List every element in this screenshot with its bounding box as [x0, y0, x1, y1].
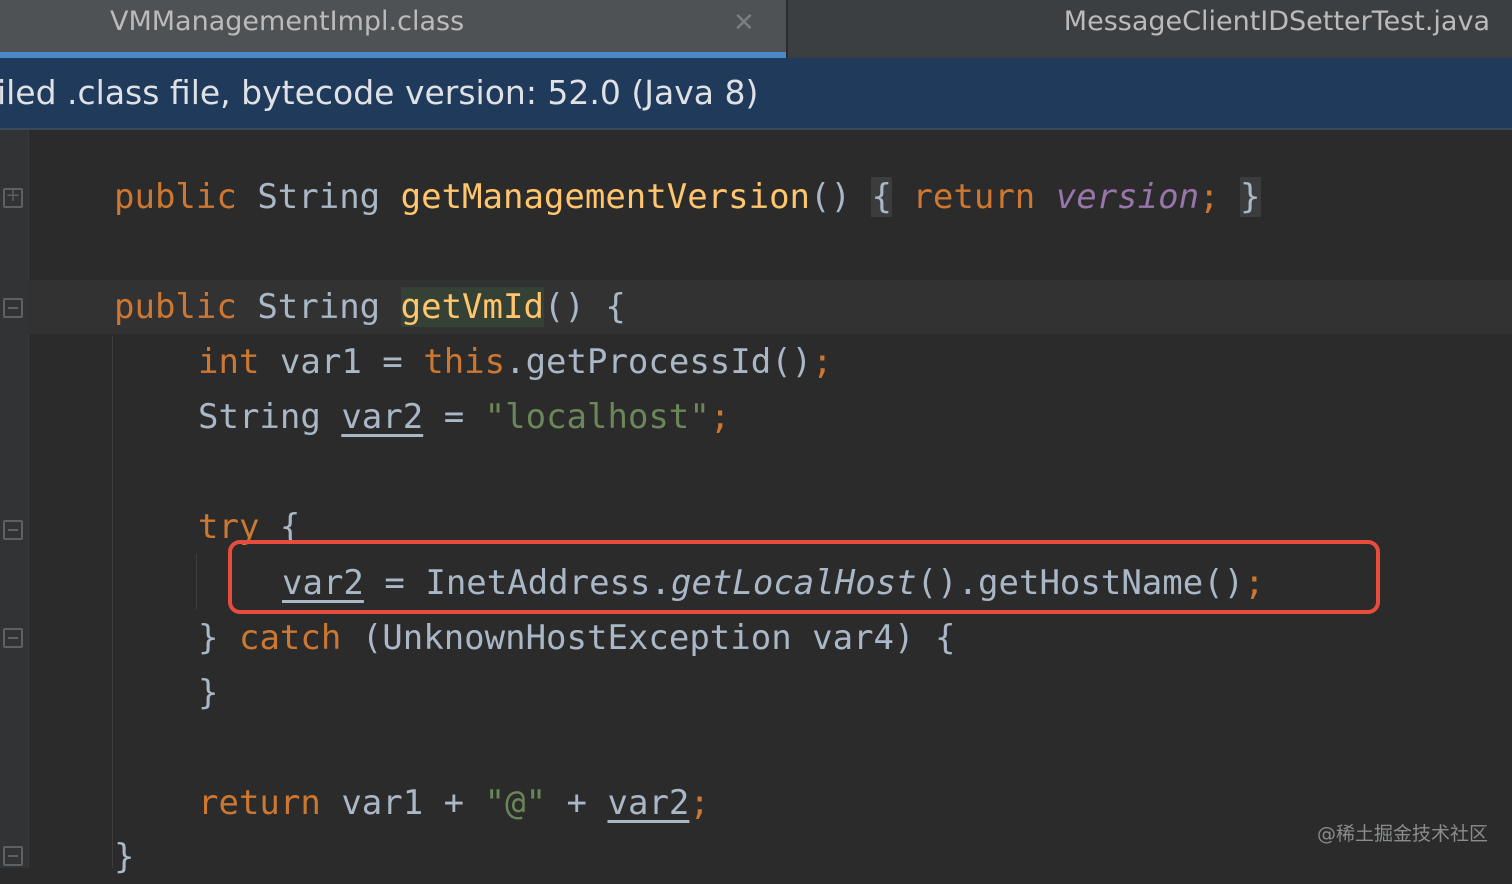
code-line-8: } — [198, 666, 218, 720]
banner-text: piled .class file, bytecode version: 52.… — [0, 73, 759, 112]
tab-label: VMManagementImpl.class — [110, 6, 465, 37]
code-line-3: int var1 = this.getProcessId(); — [198, 335, 833, 389]
code-text: var1 = — [279, 342, 403, 382]
keyword: this — [423, 342, 506, 382]
keyword: catch — [238, 618, 342, 658]
watermark: @稀土掘金技术社区 — [1316, 823, 1488, 845]
fold-collapse-icon[interactable] — [3, 520, 23, 540]
fold-collapse-icon[interactable] — [3, 628, 23, 648]
variable: var2 — [341, 397, 424, 437]
semicolon: ; — [1199, 177, 1220, 217]
keyword: int — [198, 342, 260, 382]
code-text: (UnknownHostException var4) { — [361, 618, 956, 658]
code-editor[interactable]: public String getManagementVersion() { r… — [0, 130, 1512, 877]
keyword: return — [198, 783, 321, 823]
code-line-10: } — [114, 830, 134, 884]
tab-vmmanagementimpl[interactable]: VMManagementImpl.class ✕ — [0, 0, 786, 58]
string-literal: "localhost" — [484, 397, 710, 437]
folded-brace-open[interactable]: { — [871, 177, 892, 217]
code-text: () { — [543, 287, 626, 327]
code-line-4: String var2 = "localhost"; — [198, 390, 730, 444]
code-line-7: } catch (UnknownHostException var4) { — [198, 611, 955, 665]
type: String — [198, 397, 321, 437]
field: version — [1055, 177, 1200, 217]
folded-brace-close[interactable]: } — [1240, 177, 1261, 217]
fold-collapse-icon[interactable] — [3, 846, 23, 866]
close-icon[interactable]: ✕ — [733, 8, 755, 38]
operator: = — [443, 397, 465, 437]
method-name: getManagementVersion — [400, 177, 811, 217]
code-line-9: return var1 + "@" + var2; — [198, 776, 710, 830]
fold-collapse-icon[interactable] — [3, 298, 23, 318]
keyword: public — [114, 287, 237, 327]
string-literal: "@" — [484, 783, 547, 823]
semicolon: ; — [812, 342, 833, 382]
method-name: getVmId — [400, 287, 544, 327]
editor-gutter — [0, 130, 29, 868]
code-line-1: public String getManagementVersion() { r… — [114, 170, 1261, 224]
brace: } — [198, 618, 219, 658]
code-text: .getProcessId() — [505, 342, 813, 382]
semicolon: ; — [689, 783, 710, 823]
brace: } — [114, 837, 135, 877]
keyword: return — [912, 177, 1036, 217]
fold-expand-icon[interactable] — [3, 185, 23, 208]
type: String — [257, 287, 381, 327]
indent-guide — [196, 554, 197, 610]
highlight-annotation-box — [228, 540, 1380, 614]
editor-tab-bar: VMManagementImpl.class ✕ MessageClientID… — [0, 0, 1512, 58]
tab-label: MessageClientIDSetterTest.java — [1063, 6, 1490, 37]
type: String — [257, 177, 381, 217]
decompiled-file-banner: piled .class file, bytecode version: 52.… — [0, 58, 1512, 130]
variable: var2 — [607, 783, 690, 823]
tab-messageclientidsettertest[interactable]: MessageClientIDSetterTest.java — [788, 0, 1512, 58]
keyword: public — [114, 177, 237, 217]
semicolon: ; — [709, 397, 731, 437]
code-line-2: public String getVmId() { — [114, 280, 626, 334]
brace: } — [198, 673, 219, 713]
parens: () — [810, 177, 851, 217]
operator: + — [566, 783, 588, 823]
code-text: var1 + — [341, 783, 465, 823]
indent-guide — [112, 336, 113, 868]
